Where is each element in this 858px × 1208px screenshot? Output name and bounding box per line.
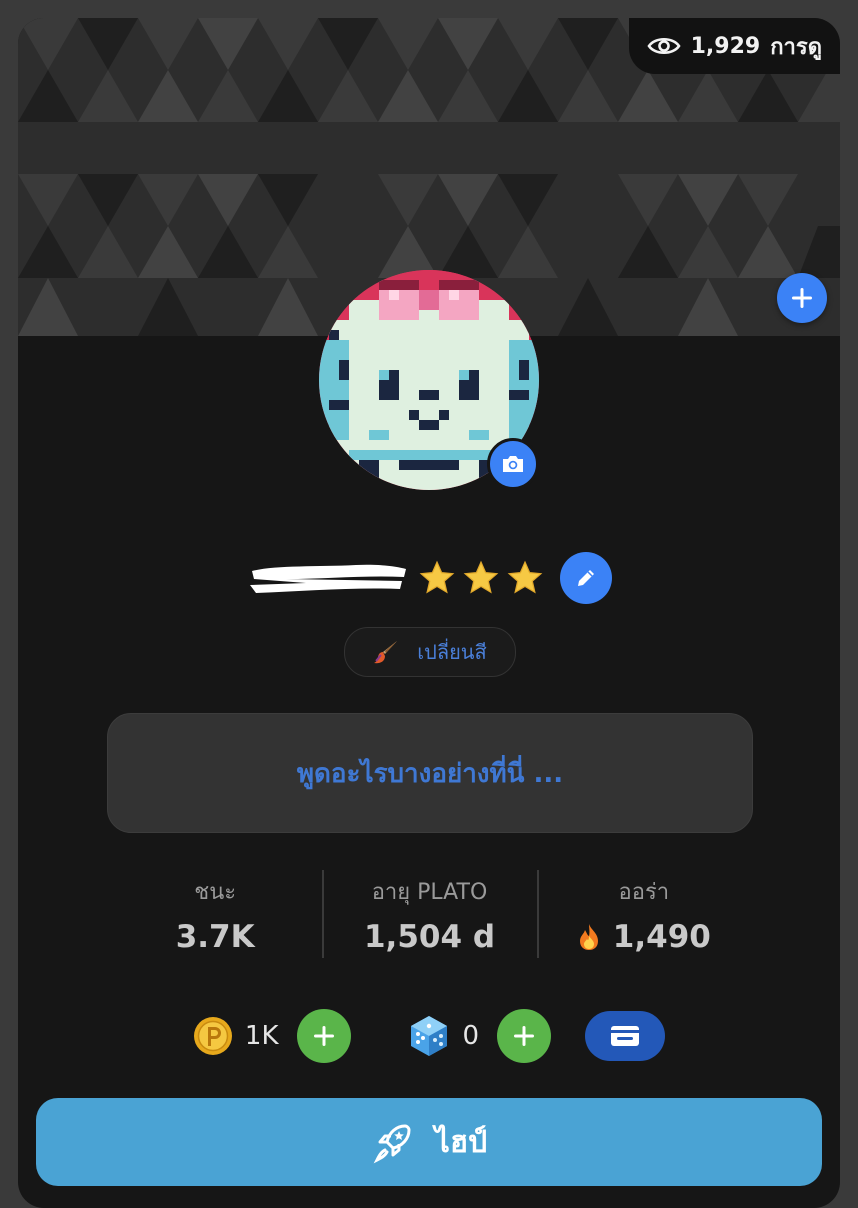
add-dice-button[interactable] <box>497 1009 552 1063</box>
change-color-label: เปลี่ยนสี <box>417 640 487 664</box>
status-input[interactable]: พูดอะไรบางอย่างที่นี่ ... <box>107 713 753 833</box>
coins-group: 1K <box>193 1009 351 1063</box>
currency-row: 1K 0 <box>18 1008 840 1064</box>
stat-value: 1,504 d <box>364 919 495 955</box>
status-placeholder: พูดอะไรบางอย่างที่นี่ ... <box>296 758 564 789</box>
stats-row: ชนะ 3.7K อายุ PLATO 1,504 d ออร่า 1,490 <box>108 870 751 958</box>
views-label: การดู <box>770 34 822 60</box>
plus-icon <box>792 288 812 308</box>
username-row <box>18 550 840 606</box>
stat-value: 3.7K <box>176 919 255 955</box>
hype-label: ไฮป์ <box>434 1124 488 1160</box>
change-color-button[interactable]: เปลี่ยนสี <box>344 627 516 677</box>
plus-icon <box>514 1026 535 1046</box>
change-avatar-button[interactable] <box>487 438 539 490</box>
fire-icon <box>579 923 598 950</box>
star-icon <box>507 560 543 594</box>
wallet-button[interactable] <box>585 1011 666 1061</box>
wallet-icon <box>611 1026 640 1046</box>
edit-name-button[interactable] <box>560 552 612 604</box>
plus-icon <box>313 1026 334 1046</box>
age-value: 1,504 d <box>363 918 496 955</box>
stat-wins: ชนะ 3.7K <box>108 870 322 958</box>
coins-value: 1K <box>244 1021 279 1051</box>
camera-icon <box>503 456 523 472</box>
coin-icon <box>193 1017 232 1055</box>
pencil-icon <box>578 570 594 586</box>
hype-button[interactable]: ไฮป์ <box>36 1098 822 1186</box>
dice-value: 0 <box>462 1021 480 1051</box>
stat-value: 1,490 <box>577 919 711 955</box>
eye-icon <box>647 37 681 55</box>
add-coins-button[interactable] <box>296 1009 351 1063</box>
avatar-container <box>319 270 539 490</box>
redacted-username <box>250 564 406 593</box>
star-icon <box>419 560 455 594</box>
change-banner-button[interactable] <box>777 273 827 323</box>
stat-label: ชนะ <box>194 879 237 905</box>
stat-aura: ออร่า 1,490 <box>536 870 751 958</box>
views-count: 1,929 <box>690 33 761 59</box>
dice-icon <box>410 1016 447 1056</box>
rocket-star-icon <box>373 1124 411 1164</box>
stat-plato-age: อายุ PLATO 1,504 d <box>322 870 536 958</box>
views-counter: 1,929 การดู <box>628 18 840 74</box>
stat-label: ออร่า <box>618 879 670 905</box>
stat-label: อายุ PLATO <box>371 879 488 905</box>
dice-group: 0 <box>407 1009 552 1063</box>
paintbrush-icon <box>374 641 398 664</box>
profile-card: 1,929 การดู เปลี่ยนสี พูดอะไรบางอย่างที่… <box>18 18 840 1208</box>
aura-value: 1,490 <box>612 918 711 955</box>
wins-value: 3.7K <box>175 918 255 955</box>
star-icon <box>463 560 499 594</box>
